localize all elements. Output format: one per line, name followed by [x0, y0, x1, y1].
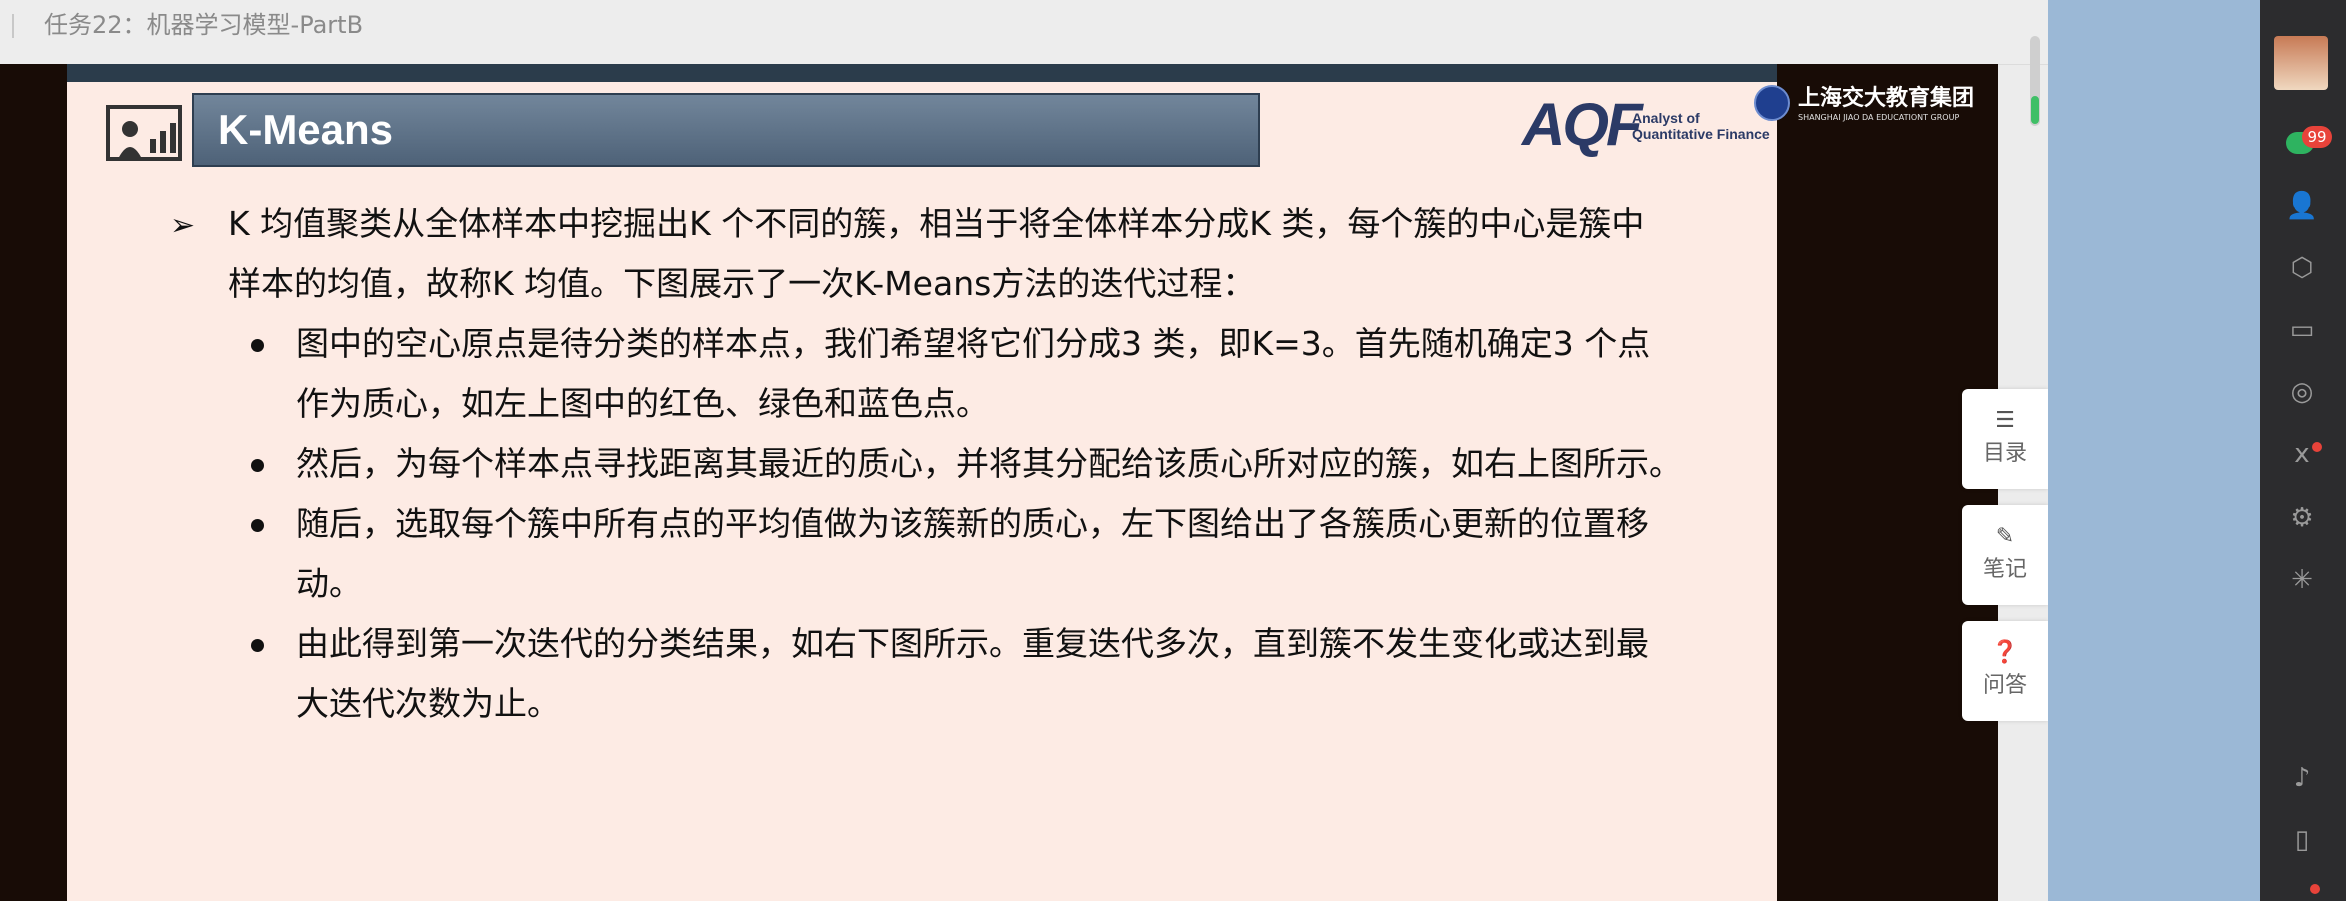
main-text-line-2: 样本的均值，故称K 均值。下图展示了一次K-Means方法的迭代过程：: [228, 264, 1256, 303]
aqf-tagline-line2: Quantitative Finance: [1632, 126, 1770, 142]
user-icon[interactable]: 👤: [2284, 188, 2320, 224]
aqf-tagline: Analyst of Quantitative Finance: [1632, 110, 1770, 142]
bullet-dot: [251, 519, 264, 532]
slide-top-band: [67, 64, 1777, 82]
main-text-line-1: K 均值聚类从全体样本中挖掘出K 个不同的簇，相当于将全体样本分成K 类，每个簇…: [228, 204, 1645, 243]
pencil-icon: ✎: [1995, 524, 2015, 549]
sjtu-logo-text: 上海交大教育集团: [1798, 85, 1975, 111]
question-icon: ❓: [1991, 640, 2019, 665]
sparkle-icon[interactable]: ✳: [2284, 562, 2320, 598]
notification-dot: [2312, 442, 2322, 452]
folder-icon[interactable]: ▭: [2284, 312, 2320, 348]
status-dot: [2310, 884, 2320, 894]
music-icon[interactable]: ♪: [2284, 760, 2320, 796]
course-title: 任务22：机器学习模型-PartB: [44, 11, 364, 39]
aqf-tagline-line1: Analyst of: [1632, 110, 1700, 126]
slide-title: K-Means: [218, 106, 394, 153]
sub-item-4-line-1: 由此得到第一次迭代的分类结果，如右下图所示。重复迭代多次，直到簇不发生变化或达到…: [296, 624, 1649, 663]
phone-icon[interactable]: ▯: [2284, 822, 2320, 858]
aperture-icon[interactable]: ◎: [2284, 374, 2320, 410]
sub-item-3-line-1: 随后，选取每个簇中所有点的平均值做为该簇新的质心，左下图给出了各簇质心更新的位置…: [296, 504, 1649, 543]
scrollbar-thumb[interactable]: [2031, 96, 2039, 124]
qa-button[interactable]: ❓ 问答: [1962, 621, 2048, 721]
bullet-dot: [251, 459, 264, 472]
sub-item-1-line-2: 作为质心，如左上图中的红色、绿色和蓝色点。: [296, 384, 989, 423]
toc-button[interactable]: ☰ 目录: [1962, 389, 2048, 489]
background-panel: [2048, 0, 2260, 901]
bullet-dot: [251, 639, 264, 652]
aqf-logo: AQF: [1522, 91, 1643, 158]
sjtu-emblem-icon: [1754, 85, 1790, 121]
sub-item-4-line-2: 大迭代次数为止。: [296, 684, 560, 723]
chat-badge: 99: [2302, 126, 2332, 148]
qa-label: 问答: [1982, 673, 2027, 698]
notes-label: 笔记: [1982, 557, 2027, 582]
presenter-icon: [106, 105, 182, 161]
toc-label: 目录: [1982, 441, 2027, 466]
title-separator: [12, 14, 14, 38]
slide-title-bar: K-Means: [192, 93, 1260, 167]
avatar[interactable]: [2274, 36, 2328, 90]
arrow-bullet-icon: ➢: [170, 208, 196, 243]
sjtu-logo-subtext: SHANGHAI JIAO DA EDUCATIONT GROUP: [1798, 113, 1960, 122]
settings-icon[interactable]: ⚙: [2284, 500, 2320, 536]
sub-item-1-line-1: 图中的空心原点是待分类的样本点，我们希望将它们分成3 类，即K=3。首先随机确定…: [296, 324, 1651, 363]
list-icon: ☰: [1995, 408, 2015, 433]
cube-icon[interactable]: ⬡: [2284, 250, 2320, 286]
bullet-dot: [251, 339, 264, 352]
window-title-bar: 任务22：机器学习模型-PartB: [0, 0, 2048, 65]
sub-item-2-line-1: 然后，为每个样本点寻找距离其最近的质心，并将其分配给该质心所对应的簇，如右上图所…: [296, 444, 1682, 483]
notes-button[interactable]: ✎ 笔记: [1962, 505, 2048, 605]
sub-item-3-line-2: 动。: [296, 564, 362, 603]
